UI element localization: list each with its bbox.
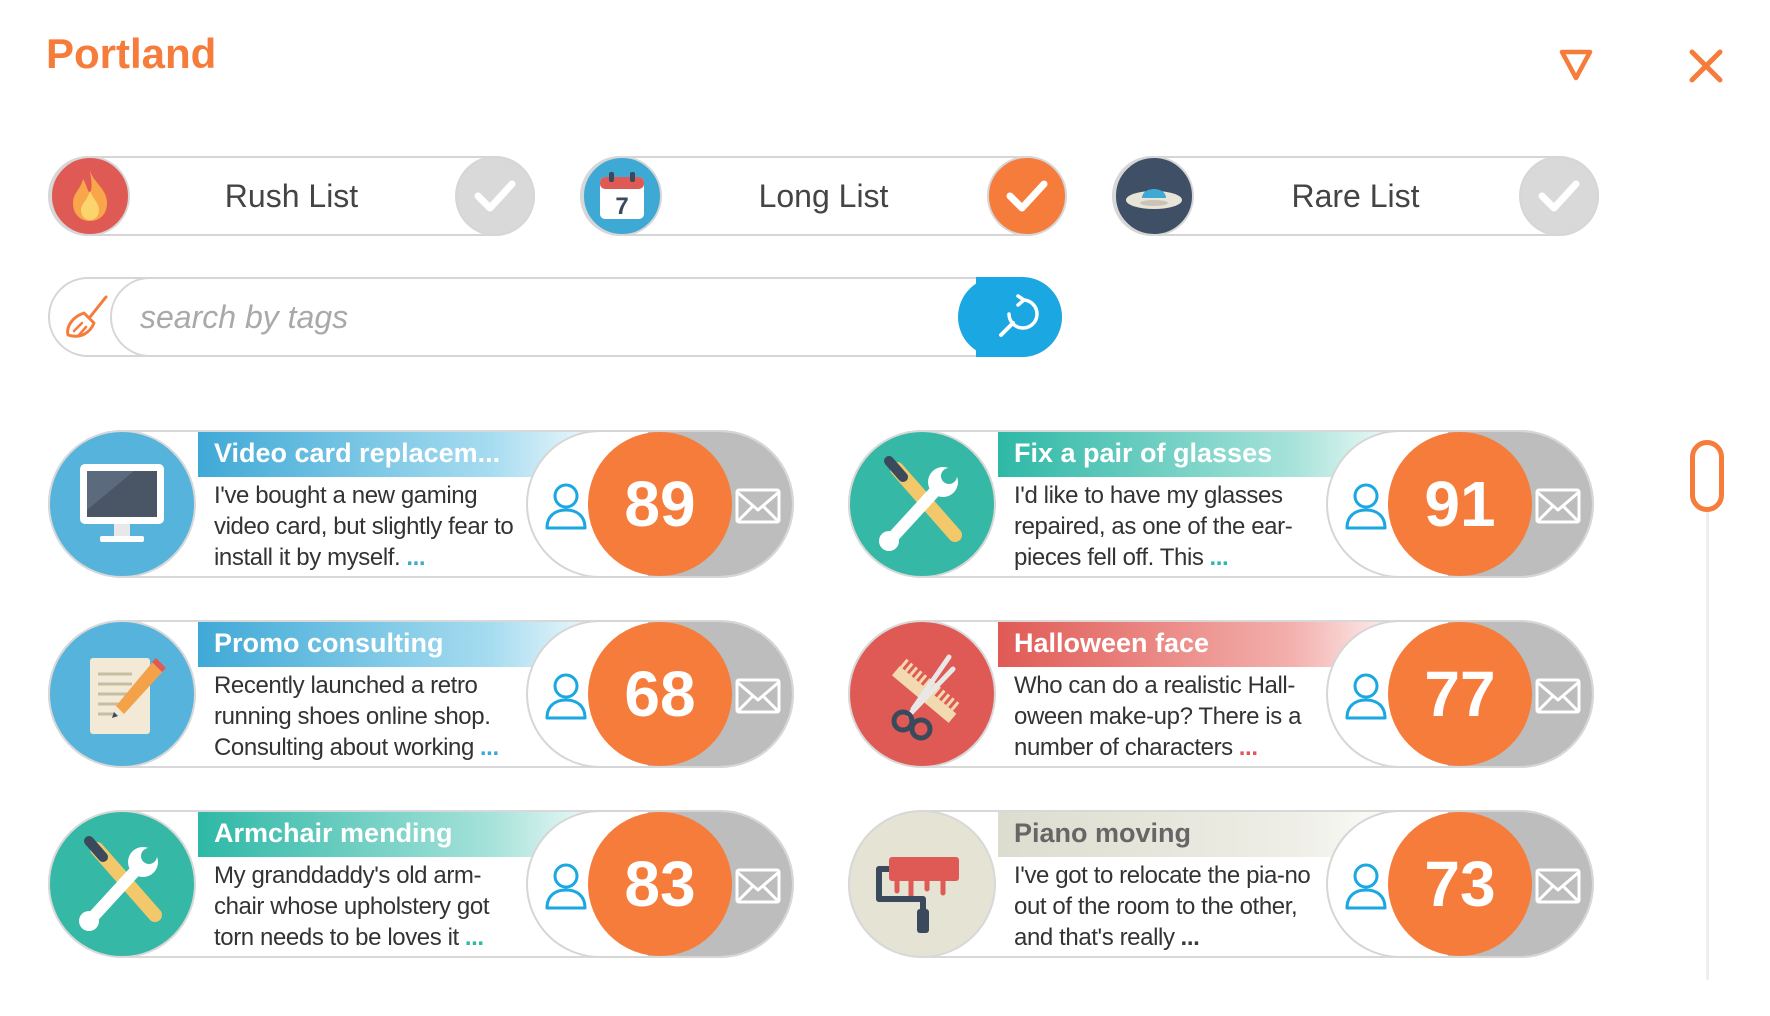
rare-list-toggle[interactable]: Rare List (1112, 156, 1599, 236)
more-link[interactable]: ... (1239, 734, 1258, 761)
card-actions: 89 (526, 430, 794, 578)
rush-list-toggle[interactable]: Rush List (48, 156, 535, 236)
paint-roller-icon (848, 810, 996, 958)
search-input[interactable] (110, 277, 1062, 357)
user-icon[interactable] (542, 480, 590, 532)
mail-icon[interactable] (1534, 676, 1582, 716)
card-description: Who can do a realistic Hall-oween make-u… (1014, 672, 1302, 761)
task-card[interactable]: Video card replacem... I've bought a new… (48, 430, 794, 578)
mail-icon[interactable] (1534, 866, 1582, 906)
long-list-check[interactable] (987, 156, 1067, 236)
search-refresh-icon (999, 294, 1039, 337)
rare-list-check[interactable] (1519, 156, 1599, 236)
pencil-notepad-icon (48, 620, 196, 768)
mail-icon[interactable] (734, 486, 782, 526)
user-icon[interactable] (542, 670, 590, 722)
more-link[interactable]: ... (1209, 544, 1228, 571)
card-description: I've got to relocate the pia-no out of t… (1014, 862, 1311, 951)
card-actions: 83 (526, 810, 794, 958)
mail-icon[interactable] (1534, 486, 1582, 526)
user-icon[interactable] (1342, 670, 1390, 722)
rush-list-check[interactable] (455, 156, 535, 236)
mail-icon[interactable] (734, 866, 782, 906)
card-title: Piano moving (1014, 818, 1192, 848)
search-bar (48, 277, 1062, 357)
mail-icon[interactable] (734, 676, 782, 716)
task-card[interactable]: Armchair mending My granddaddy's old arm… (48, 810, 794, 958)
filter-funnel-icon[interactable] (1556, 44, 1596, 84)
task-card[interactable]: Halloween face Who can do a realistic Ha… (848, 620, 1594, 768)
long-list-toggle[interactable]: 7 Long List (580, 156, 1067, 236)
close-icon[interactable] (1686, 46, 1726, 86)
broom-icon[interactable] (62, 291, 114, 343)
card-actions: 77 (1326, 620, 1594, 768)
score-badge: 68 (588, 622, 732, 766)
rare-list-label: Rare List (1291, 178, 1420, 214)
task-card[interactable]: Fix a pair of glasses I'd like to have m… (848, 430, 1594, 578)
score-badge: 77 (1388, 622, 1532, 766)
user-icon[interactable] (1342, 480, 1390, 532)
search-button[interactable] (958, 277, 1062, 357)
tools-icon (48, 810, 196, 958)
card-actions: 68 (526, 620, 794, 768)
more-link[interactable]: ... (406, 544, 425, 571)
card-title: Halloween face (1014, 628, 1210, 658)
task-card[interactable]: Promo consulting Recently launched a ret… (48, 620, 794, 768)
comb-scissors-icon (848, 620, 996, 768)
card-title: Video card replacem... (214, 438, 501, 468)
card-description: I'd like to have my glasses repaired, as… (1014, 482, 1293, 571)
score-badge: 89 (588, 432, 732, 576)
card-title: Promo consulting (214, 628, 444, 658)
fire-icon (50, 156, 130, 236)
more-link[interactable]: ... (465, 924, 484, 951)
score-badge: 73 (1388, 812, 1532, 956)
ufo-icon (1114, 156, 1194, 236)
long-list-label: Long List (758, 178, 889, 214)
card-actions: 73 (1326, 810, 1594, 958)
more-link[interactable]: ... (1181, 924, 1200, 951)
tools-icon (848, 430, 996, 578)
card-description: Recently launched a retro running shoes … (214, 672, 499, 761)
user-icon[interactable] (1342, 860, 1390, 912)
calendar-day: 7 (615, 193, 628, 220)
monitor-icon (48, 430, 196, 578)
card-description: My granddaddy's old arm-chair whose upho… (214, 862, 490, 951)
rush-list-label: Rush List (224, 178, 359, 214)
card-title: Armchair mending (214, 818, 453, 848)
more-link[interactable]: ... (480, 734, 499, 761)
calendar-icon: 7 (582, 156, 662, 236)
score-badge: 91 (1388, 432, 1532, 576)
card-description: I've bought a new gaming video card, but… (214, 482, 514, 571)
score-badge: 83 (588, 812, 732, 956)
scrollbar-thumb[interactable] (1690, 440, 1724, 512)
scrollbar-track[interactable] (1706, 440, 1709, 980)
card-title: Fix a pair of glasses (1014, 438, 1273, 468)
user-icon[interactable] (542, 860, 590, 912)
page-title: Portland (46, 30, 217, 77)
card-actions: 91 (1326, 430, 1594, 578)
task-card[interactable]: Piano moving I've got to relocate the pi… (848, 810, 1594, 958)
